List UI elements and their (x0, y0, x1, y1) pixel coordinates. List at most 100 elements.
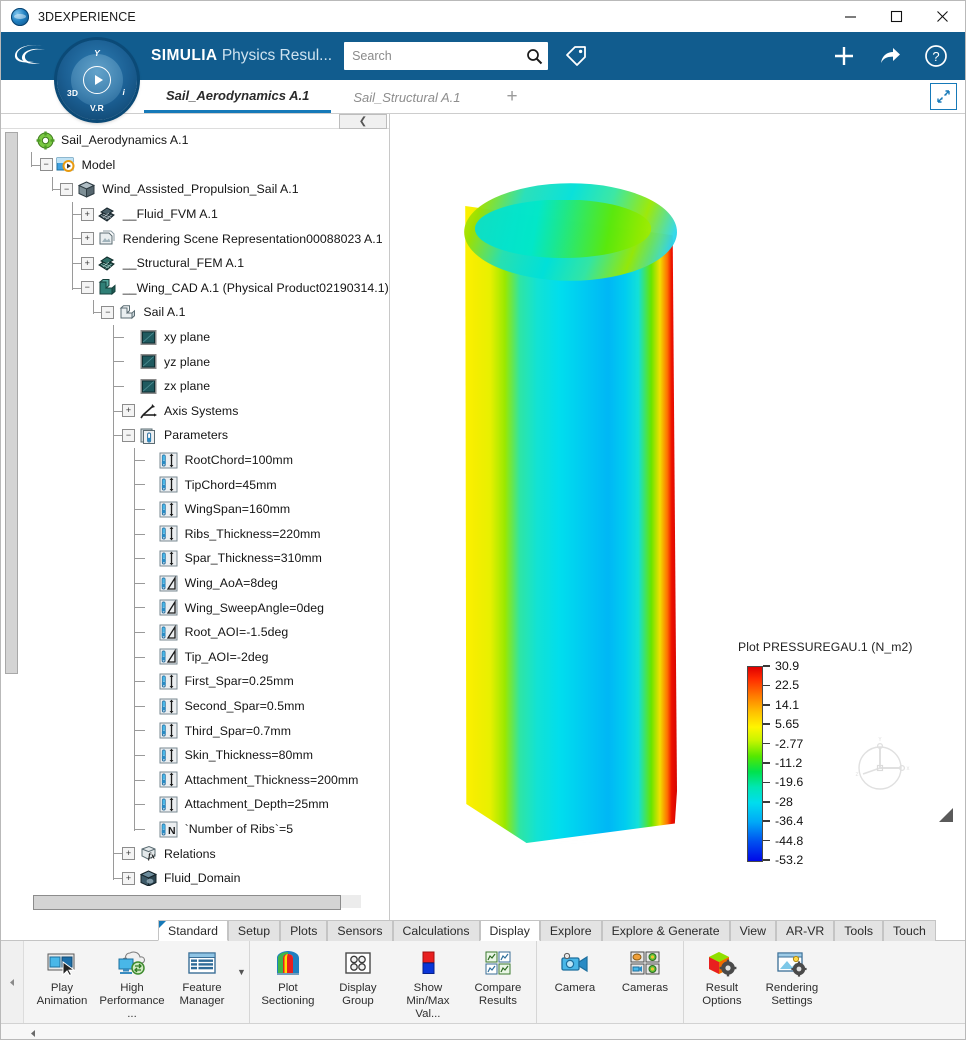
tree-node[interactable]: xy plane (114, 325, 210, 350)
tree-node[interactable]: Wing_AoA=8deg (134, 571, 278, 596)
add-tab-button[interactable]: + (497, 81, 528, 113)
tab-sail-structural[interactable]: Sail_Structural A.1 (331, 81, 482, 113)
ribbon-tab-setup[interactable]: Setup (227, 920, 281, 941)
tree-node[interactable]: + Rendering Scene Representation00088023 … (72, 226, 383, 251)
display-group-button[interactable]: Display Group (323, 941, 393, 1023)
tree-node[interactable]: + __Fluid_FVM A.1 (72, 202, 218, 227)
tree-node[interactable]: − __Wing_CAD A.1 (Physical Product0219031… (72, 276, 389, 301)
play-animation-button[interactable]: Play Animation (27, 941, 97, 1023)
help-question-icon[interactable]: ? (923, 43, 949, 69)
plot-sectioning-button[interactable]: Plot Sectioning (253, 941, 323, 1023)
high-performance-icon (116, 948, 148, 978)
expand-node-icon[interactable]: + (80, 232, 94, 246)
chevron-down-icon[interactable]: ▼ (237, 967, 246, 977)
tree-node[interactable]: Ribs_Thickness=220mm (134, 522, 321, 547)
tree-node[interactable]: Tip_AOI=-2deg (134, 645, 269, 670)
sail-geometry-pressure-plot[interactable] (462, 183, 677, 843)
ribbon-tab-plots[interactable]: Plots (280, 920, 328, 941)
tree-node-label: Wind_Assisted_Propulsion_Sail A.1 (102, 182, 299, 197)
search-box[interactable] (344, 42, 549, 70)
tree-vertical-scrollbar[interactable] (5, 132, 18, 674)
tree-node[interactable]: Second_Spar=0.5mm (134, 694, 305, 719)
high-performance-button[interactable]: High Performance ... (97, 941, 167, 1023)
compass-play-icon[interactable] (83, 66, 111, 94)
expand-node-icon[interactable]: + (122, 871, 135, 885)
ribbon-tab-tools[interactable]: Tools (834, 920, 883, 941)
tree-node[interactable]: Attachment_Depth=25mm (134, 792, 329, 817)
ribbon-tab-explore-generate[interactable]: Explore & Generate (601, 920, 730, 941)
ribbon-tab-view[interactable]: View (729, 920, 777, 941)
compare-results-button[interactable]: Compare Results (463, 941, 533, 1023)
tree-node[interactable]: yz plane (114, 349, 211, 374)
collapse-node-icon[interactable]: − (101, 305, 115, 319)
tree-node[interactable]: Root_AOI=-1.5deg (134, 620, 289, 645)
tree-node[interactable]: First_Spar=0.25mm (134, 669, 294, 694)
3d-compass-icon[interactable]: 3D i V.R Y (57, 40, 137, 120)
tree-node[interactable]: Attachment_Thickness=200mm (134, 768, 359, 793)
ds-logo-icon[interactable] (9, 38, 55, 74)
maximize-icon[interactable] (873, 1, 919, 32)
ribbon-tab-explore[interactable]: Explore (539, 920, 602, 941)
tree-node-label: yz plane (164, 354, 211, 369)
expand-node-icon[interactable]: + (80, 207, 94, 221)
camera-button[interactable]: Camera (540, 941, 610, 1023)
tree-node[interactable]: − Sail A.1 (93, 300, 185, 325)
search-input[interactable] (344, 43, 522, 69)
tree-node[interactable]: zx plane (114, 374, 210, 399)
scroll-left-arrow-icon[interactable] (29, 1029, 38, 1039)
ribbon-tab-touch[interactable]: Touch (883, 920, 936, 941)
plus-icon[interactable] (831, 43, 857, 69)
length-parameter-icon (159, 794, 179, 814)
tree-node[interactable]: RootChord=100mm (134, 448, 293, 473)
search-icon[interactable] (521, 48, 548, 65)
rendering-settings-button[interactable]: Rendering Settings (757, 941, 827, 1023)
tree-node[interactable]: + fx Relations (114, 841, 216, 866)
tree-node[interactable]: + __Structural_FEM A.1 (72, 251, 244, 276)
tree-node[interactable]: − Model (31, 153, 116, 178)
tab-sail-aerodynamics[interactable]: Sail_Aerodynamics A.1 (144, 81, 332, 113)
specification-tree[interactable]: Sail_Aerodynamics A.1− Model − Wind_Assiste… (19, 128, 389, 886)
tag-icon[interactable] (564, 44, 588, 68)
view-axis-compass-icon[interactable]: Y x z (851, 734, 913, 796)
cameras-button[interactable]: Cameras (610, 941, 680, 1023)
ribbon-tab-ar-vr[interactable]: AR-VR (776, 920, 835, 941)
share-arrow-icon[interactable] (877, 43, 903, 69)
tree-node[interactable]: − Parameters (114, 423, 228, 448)
tree-horizontal-scrollbar[interactable] (33, 895, 361, 910)
collapse-node-icon[interactable]: − (39, 158, 53, 172)
expand-node-icon[interactable]: + (80, 256, 94, 270)
close-icon[interactable] (919, 1, 965, 32)
result-options-button[interactable]: Result Options (687, 941, 757, 1023)
tree-node[interactable]: Spar_Thickness=310mm (134, 546, 322, 571)
expand-node-icon[interactable]: + (122, 404, 135, 418)
tree-node[interactable]: + Fluid_Domain (114, 866, 240, 886)
3d-viewport[interactable]: Plot PRESSUREGAU.1 (N_m2) 30.9 22.5 14.1 5.… (390, 114, 965, 920)
legend-tick: 22.5 (763, 678, 799, 692)
ribbon-tab-standard[interactable]: Standard (158, 920, 228, 941)
tree-node[interactable]: N `Number of Ribs`=5 (134, 817, 294, 842)
collapse-node-icon[interactable]: − (60, 182, 74, 196)
tree-node[interactable]: TipChord=45mm (134, 472, 277, 497)
tree-node[interactable]: Sail_Aerodynamics A.1 (19, 128, 189, 153)
ribbon-tab-strip[interactable]: Standard Setup Plots Sensors Calculations Dis… (1, 920, 965, 941)
ribbon-tab-calculations[interactable]: Calculations (392, 920, 480, 941)
ribbon-tab-sensors[interactable]: Sensors (327, 920, 393, 941)
tree-node[interactable]: Third_Spar=0.7mm (134, 718, 291, 743)
minimize-icon[interactable] (827, 1, 873, 32)
chevron-left-icon[interactable]: ❮ (339, 114, 387, 129)
tree-node[interactable]: WingSpan=160mm (134, 497, 291, 522)
tree-node[interactable]: Skin_Thickness=80mm (134, 743, 313, 768)
collapse-node-icon[interactable]: − (80, 281, 94, 295)
show-minmax-button[interactable]: Show Min/Max Val... (393, 941, 463, 1023)
tree-node[interactable]: Wing_SweepAngle=0deg (134, 595, 324, 620)
ribbon-tab-display[interactable]: Display (479, 920, 540, 941)
collapse-node-icon[interactable]: − (122, 428, 135, 442)
tree-node[interactable]: − Wind_Assisted_Propulsion_Sail A.1 (52, 177, 299, 202)
restore-down-icon[interactable] (930, 83, 957, 110)
tree-hscroll-thumb[interactable] (33, 895, 341, 910)
corner-arrow-icon[interactable] (937, 806, 955, 824)
tree-node[interactable]: + Axis Systems (114, 399, 238, 424)
expand-node-icon[interactable]: + (122, 847, 135, 861)
ribbon-scroll-left[interactable] (1, 941, 24, 1023)
feature-manager-button[interactable]: Feature Manager (167, 941, 237, 1023)
